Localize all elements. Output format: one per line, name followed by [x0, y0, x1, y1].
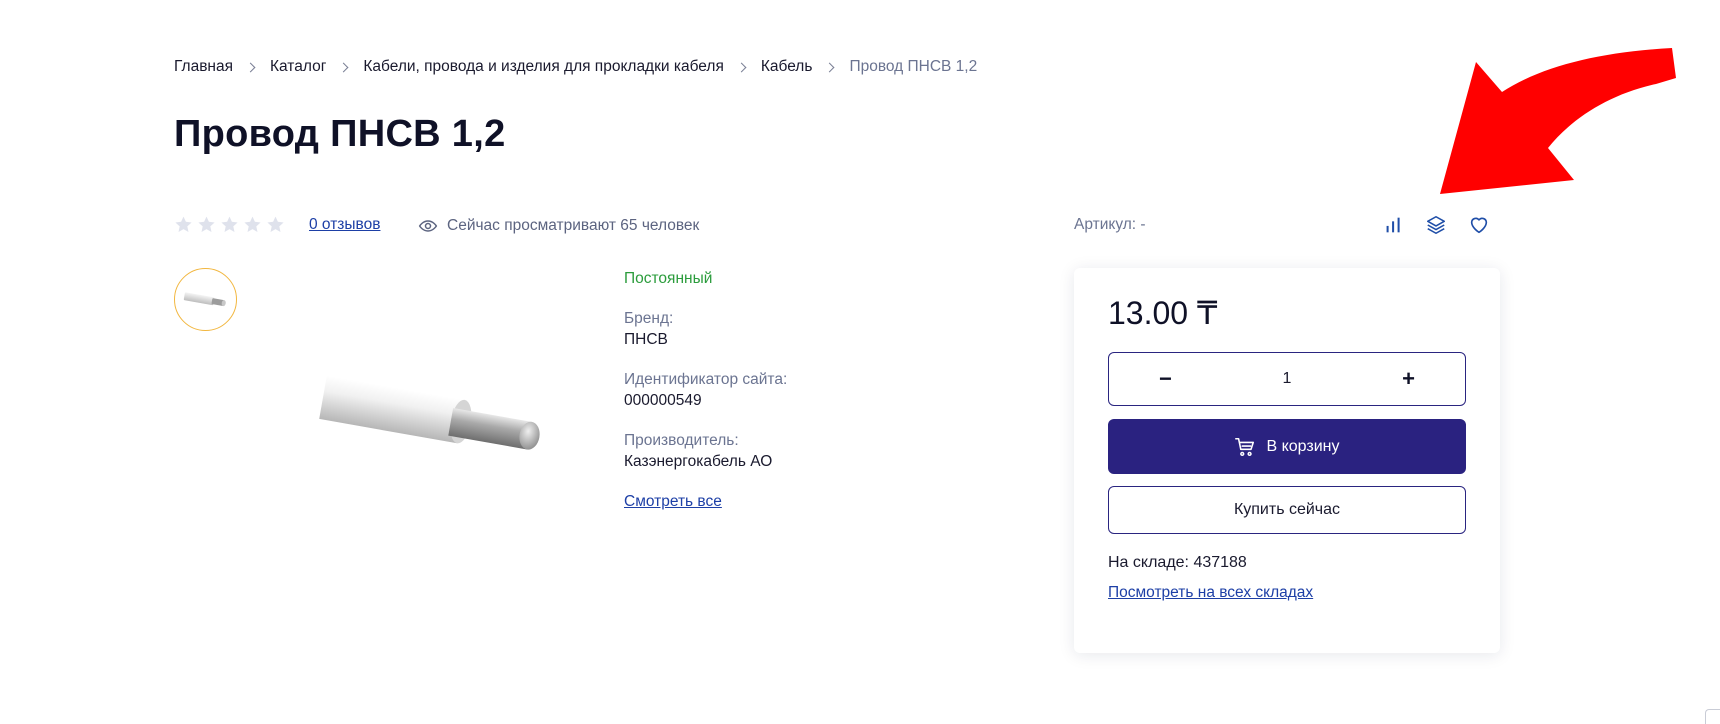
viewers-label: Сейчас просматривают 65 человек — [447, 217, 700, 234]
add-to-cart-label: В корзину — [1266, 437, 1340, 455]
manufacturer-value: Казэнергокабель АО — [624, 453, 773, 470]
product-actions — [1382, 214, 1490, 236]
breadcrumb-cable[interactable]: Кабель — [761, 58, 813, 76]
stock-info: На складе: 437188 — [1108, 554, 1247, 571]
sku-label: Артикул: - — [1074, 216, 1146, 233]
quantity-decrease-button[interactable]: − — [1159, 368, 1172, 390]
star-icon — [244, 216, 261, 232]
manufacturer-label: Производитель: — [624, 432, 739, 449]
brand-value: ПНСВ — [624, 331, 668, 348]
purchase-card: 13.00 ₸ − 1 + В корзину Купить сейчас На… — [1074, 268, 1500, 653]
eye-icon — [418, 220, 438, 232]
chevron-right-icon — [338, 62, 349, 72]
star-icon — [198, 216, 215, 232]
page-title: Провод ПНСВ 1,2 — [174, 113, 506, 155]
quantity-increase-button[interactable]: + — [1402, 368, 1415, 390]
all-warehouses-link[interactable]: Посмотреть на всех складах — [1108, 584, 1313, 602]
price: 13.00 ₸ — [1108, 295, 1218, 331]
quantity-value[interactable]: 1 — [1283, 370, 1292, 388]
heart-icon[interactable] — [1468, 214, 1490, 236]
product-thumbnail[interactable] — [174, 268, 237, 331]
see-all-properties-link[interactable]: Смотреть все — [624, 493, 722, 511]
red-arrow-annotation — [1440, 48, 1676, 194]
corner-widget — [1705, 709, 1720, 724]
product-properties: Постоянный Бренд: ПНСВ Идентификатор сай… — [624, 270, 787, 511]
star-icon — [267, 216, 284, 232]
breadcrumb-home[interactable]: Главная — [174, 58, 233, 76]
quantity-stepper: − 1 + — [1108, 352, 1466, 406]
brand-label: Бренд: — [624, 310, 674, 327]
breadcrumb-catalog[interactable]: Каталог — [270, 58, 326, 76]
compare-icon[interactable] — [1382, 214, 1404, 236]
breadcrumb-cables-category[interactable]: Кабели, провода и изделия для прокладки … — [363, 58, 723, 76]
breadcrumb-current: Провод ПНСВ 1,2 — [849, 58, 978, 75]
viewers-counter: Сейчас просматривают 65 человек — [418, 216, 699, 236]
layers-icon[interactable] — [1425, 214, 1447, 236]
chevron-right-icon — [736, 62, 747, 72]
add-to-cart-button[interactable]: В корзину — [1108, 419, 1466, 474]
buy-now-button[interactable]: Купить сейчас — [1108, 486, 1466, 534]
cable-thumbnail-image — [183, 291, 226, 306]
breadcrumb: Главная Каталог Кабели, провода и издели… — [174, 58, 977, 76]
chevron-right-icon — [824, 62, 835, 72]
reviews-link[interactable]: 0 отзывов — [309, 216, 380, 234]
site-id-label: Идентификатор сайта: — [624, 371, 788, 388]
availability-status: Постоянный — [624, 270, 713, 287]
star-icon — [175, 216, 192, 232]
product-main-image[interactable] — [300, 360, 580, 490]
chevron-right-icon — [245, 62, 256, 72]
site-id-value: 000000549 — [624, 392, 702, 409]
rating-stars[interactable] — [174, 215, 285, 234]
cart-icon — [1235, 437, 1255, 456]
star-icon — [221, 216, 238, 232]
